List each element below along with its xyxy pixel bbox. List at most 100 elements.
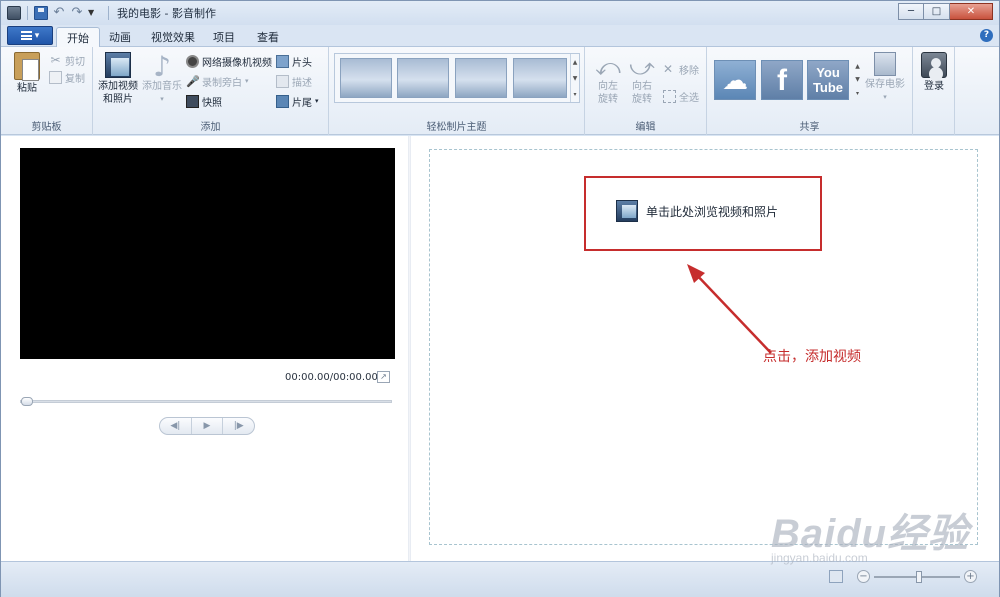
expand-gallery-icon[interactable]: ▾ — [856, 90, 859, 97]
qa-separator — [108, 6, 109, 20]
rotate-right-button[interactable]: ⤻ 向右 旋转 — [629, 52, 655, 106]
sign-in-button[interactable]: 登录 — [921, 52, 947, 93]
gallery-scroll[interactable]: ▲ ▼ ▾ — [570, 54, 579, 102]
group-label-share: 共享 — [799, 122, 820, 133]
seek-handle[interactable] — [21, 397, 33, 406]
watermark-site: jingyan.baidu.com — [771, 551, 868, 565]
quick-access-toolbar: ↶ ↷ ▼ — [1, 1, 111, 25]
pane-splitter[interactable] — [408, 136, 411, 561]
tab-view[interactable]: 查看 — [247, 27, 289, 47]
app-menu-button[interactable]: ▾ — [7, 26, 53, 45]
facebook-share-button[interactable]: f — [761, 60, 803, 100]
add-music-button[interactable]: ♪ 添加音乐 ▾ — [142, 52, 182, 106]
youtube-label-1: You — [816, 65, 840, 80]
copy-button[interactable]: 复制 — [49, 68, 85, 86]
customize-qa-icon[interactable]: ▼ — [88, 6, 102, 20]
theme-thumbnail[interactable] — [397, 58, 449, 98]
ribbon: 粘贴 ✂ 剪切 复制 剪贴板 添加视频 和照片 ♪ 添加音乐 ▾ 网络摄像机视频… — [1, 47, 999, 135]
previous-frame-button[interactable]: ◀| — [160, 418, 191, 434]
skydrive-share-button[interactable] — [714, 60, 756, 100]
theme-thumbnail[interactable] — [513, 58, 567, 98]
next-frame-button[interactable]: |▶ — [222, 418, 254, 434]
close-icon: ✕ — [663, 61, 674, 76]
tab-animations[interactable]: 动画 — [99, 27, 141, 47]
chevron-up-icon[interactable]: ▲ — [573, 59, 578, 66]
chevron-down-icon[interactable]: ▼ — [855, 76, 860, 83]
add-videos-label-2: 和照片 — [103, 94, 133, 105]
credits-icon — [276, 94, 289, 108]
ribbon-tab-row: ▾ 开始 动画 视觉效果 项目 查看 ? — [1, 25, 999, 48]
maximize-button[interactable]: □ — [924, 3, 950, 20]
tab-visual-effects[interactable]: 视觉效果 — [141, 27, 205, 47]
credits-label: 片尾 — [292, 97, 312, 109]
chevron-up-icon[interactable]: ▲ — [855, 63, 860, 70]
close-button[interactable]: ✕ — [950, 3, 993, 20]
group-label-add: 添加 — [200, 122, 221, 133]
group-editing: ⤺ 向左 旋转 ⤻ 向右 旋转 ✕ 移除 全选 编辑 — [585, 47, 707, 135]
help-icon[interactable]: ? — [980, 29, 993, 42]
app-icon[interactable] — [7, 6, 21, 20]
share-gallery-scroll[interactable]: ▲ ▼ ▾ — [853, 60, 862, 100]
microphone-icon: 🎤 — [186, 74, 200, 88]
annotation-text: 点击，添加视频 — [763, 349, 861, 365]
add-videos-photos-button[interactable]: 添加视频 和照片 — [98, 52, 138, 106]
save-movie-icon — [874, 52, 896, 76]
minimize-button[interactable]: ─ — [898, 3, 924, 20]
title-button[interactable]: 片头 — [276, 52, 312, 70]
theme-thumbnail[interactable] — [455, 58, 507, 98]
caption-icon — [276, 74, 289, 88]
paste-button[interactable]: 粘贴 — [14, 52, 40, 95]
film-icon — [616, 200, 638, 222]
group-label-editing: 编辑 — [635, 122, 656, 133]
rotate-left-label-1: 向左 — [598, 81, 618, 92]
cut-button[interactable]: ✂ 剪切 — [49, 51, 85, 69]
credits-button[interactable]: 片尾 ▾ — [276, 92, 319, 110]
tab-project[interactable]: 项目 — [203, 27, 245, 47]
snapshot-label: 快照 — [202, 97, 222, 109]
fullscreen-icon[interactable]: ↗ — [377, 371, 390, 383]
zoom-out-button[interactable]: − — [857, 570, 870, 583]
rotate-left-button[interactable]: ⤺ 向左 旋转 — [595, 52, 621, 106]
select-all-label: 全选 — [679, 92, 699, 104]
browse-text: 单击此处浏览视频和照片 — [646, 204, 779, 219]
thumbnail-view-icon[interactable] — [829, 570, 843, 583]
play-button[interactable]: ▶ — [190, 418, 223, 434]
zoom-slider-thumb[interactable] — [916, 570, 922, 583]
video-preview[interactable] — [20, 148, 395, 359]
snapshot-button[interactable]: 快照 — [186, 92, 222, 110]
caption-button[interactable]: 描述 — [276, 72, 312, 90]
paste-label: 粘贴 — [17, 83, 37, 94]
save-icon[interactable] — [34, 6, 48, 20]
chevron-down-icon: ▾ — [160, 95, 164, 103]
caption-label: 描述 — [292, 77, 312, 89]
seek-bar[interactable] — [20, 397, 392, 406]
music-note-icon: ♪ — [153, 50, 171, 83]
baidu-watermark: Baidu经验 jingyan.baidu.com — [771, 501, 969, 565]
tab-home[interactable]: 开始 — [56, 27, 100, 48]
select-all-button[interactable]: 全选 — [663, 87, 699, 105]
qa-separator — [27, 6, 28, 20]
chevron-down-icon[interactable]: ▼ — [573, 75, 578, 82]
rotate-right-icon: ⤻ — [629, 53, 655, 81]
save-movie-button[interactable]: 保存电影 ▾ — [865, 52, 905, 104]
chevron-down-icon: ▾ — [315, 97, 319, 105]
expand-gallery-icon[interactable]: ▾ — [573, 91, 576, 98]
zoom-slider[interactable] — [874, 570, 960, 583]
browse-videos-photos-link[interactable]: 单击此处浏览视频和照片 — [616, 200, 778, 222]
group-label-themes: 轻松制片主题 — [426, 122, 487, 133]
youtube-share-button[interactable]: You Tube — [807, 60, 849, 100]
chevron-down-icon: ▾ — [883, 93, 887, 101]
remove-button[interactable]: ✕ 移除 — [663, 60, 699, 78]
rotate-left-icon: ⤺ — [595, 53, 621, 81]
chevron-down-icon: ▾ — [245, 77, 249, 85]
record-narration-button[interactable]: 🎤 录制旁白 ▾ — [186, 72, 249, 90]
snapshot-icon — [186, 94, 199, 108]
redo-icon[interactable]: ↷ — [70, 6, 84, 20]
webcam-label: 网络摄像机视频 — [202, 57, 272, 69]
zoom-in-button[interactable]: + — [964, 570, 977, 583]
theme-thumbnail[interactable] — [340, 58, 392, 98]
theme-gallery: ▲ ▼ ▾ — [334, 53, 580, 103]
scissors-icon: ✂ — [50, 52, 61, 67]
undo-icon[interactable]: ↶ — [52, 6, 66, 20]
webcam-video-button[interactable]: 网络摄像机视频 — [186, 52, 272, 70]
